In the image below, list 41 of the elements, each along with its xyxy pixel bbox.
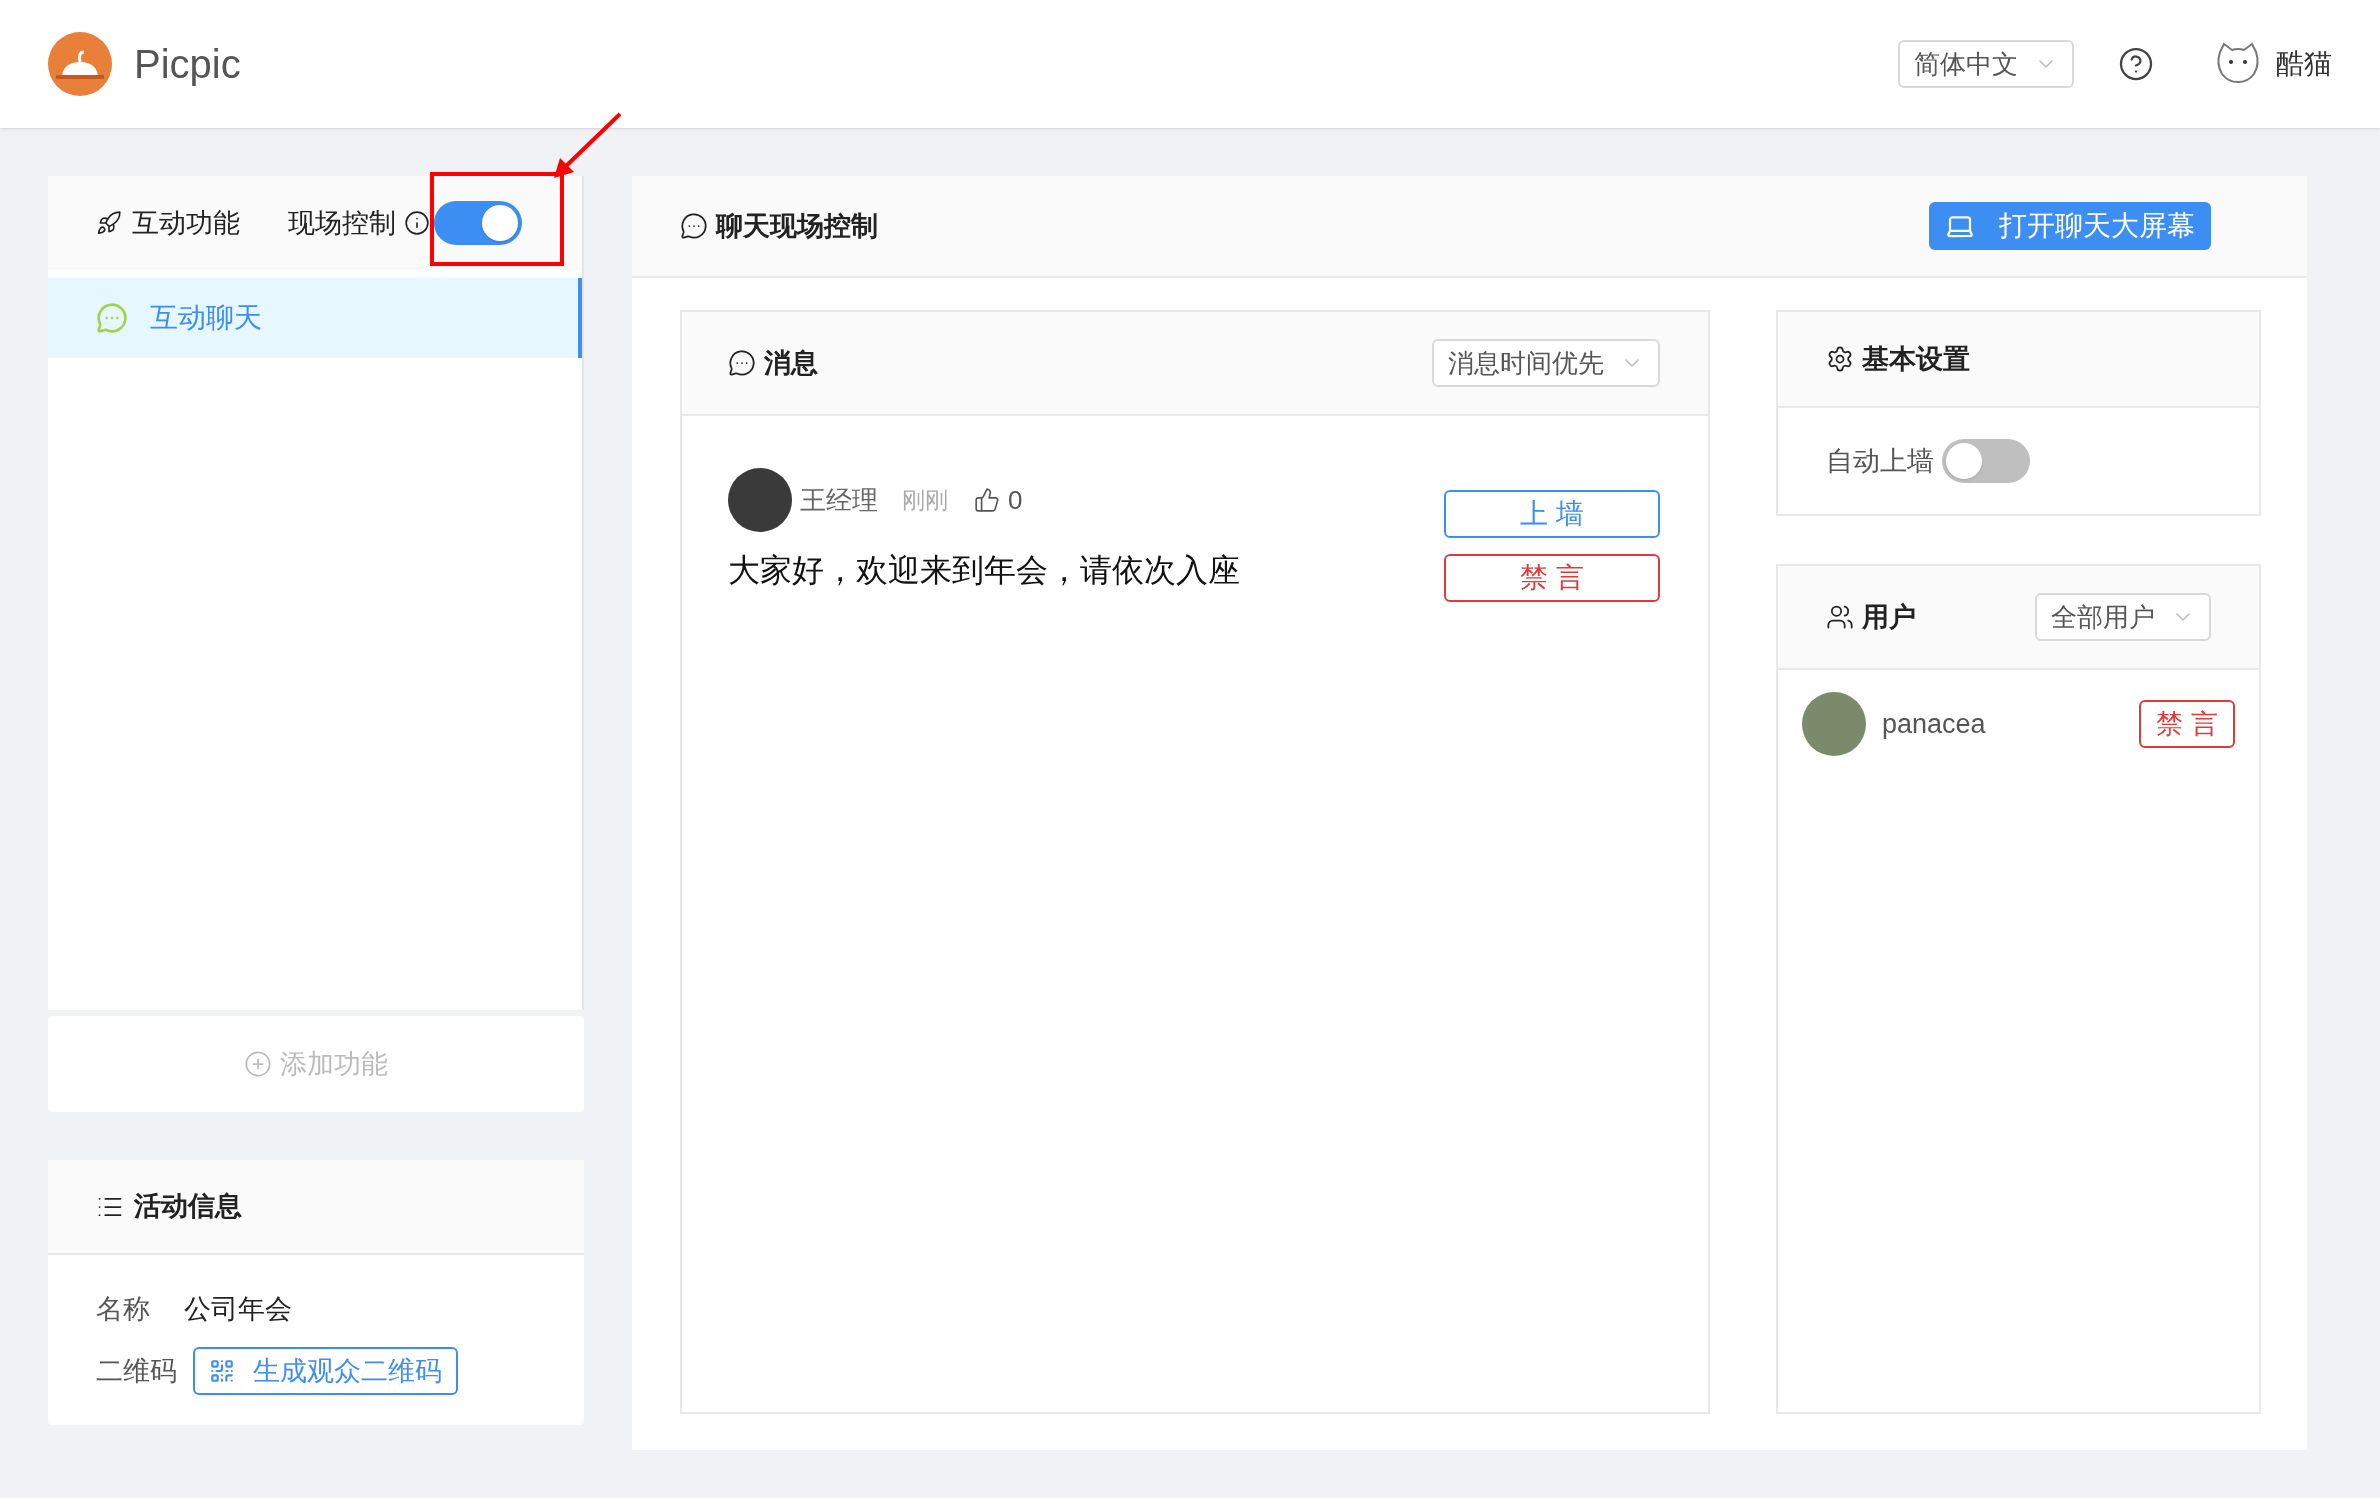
user-name: panacea — [1882, 707, 1986, 741]
settings-icon — [1826, 345, 1854, 373]
live-control-label: 现场控制 — [288, 206, 396, 240]
chat-bubble-icon — [728, 349, 756, 377]
message-text: 大家好，欢迎来到年会，请依次入座 — [728, 551, 1241, 590]
thumbs-up-icon[interactable] — [974, 487, 1000, 513]
author-name: 王经理 — [800, 483, 878, 517]
user-name: 酷猫 — [2276, 47, 2332, 81]
panel-title: 互动功能 — [132, 206, 240, 240]
field-label: 二维码 — [96, 1354, 177, 1388]
panel-title: 聊天现场控制 — [716, 209, 878, 243]
toggle-switch[interactable] — [434, 201, 522, 245]
field-value: 公司年会 — [184, 1292, 292, 1326]
plus-circle-icon — [244, 1050, 272, 1078]
chat-bubble-icon — [680, 212, 708, 240]
field-label: 名称 — [96, 1292, 151, 1326]
feature-item[interactable]: 互动聊天 — [48, 278, 582, 358]
wall-button[interactable]: 上 墙 — [1444, 490, 1660, 538]
help-icon[interactable] — [2118, 46, 2154, 82]
card-title: 活动信息 — [134, 1190, 242, 1224]
card-title: 消息 — [764, 346, 818, 380]
card-title: 基本设置 — [1862, 342, 1970, 376]
card-title: 用户 — [1862, 600, 1916, 634]
info-icon[interactable] — [404, 210, 430, 236]
qr-code-icon — [209, 1358, 235, 1384]
mute-button[interactable]: 禁 言 — [2139, 700, 2235, 748]
user-filter-select[interactable]: 全部用户 — [2035, 593, 2211, 641]
message-time: 刚刚 — [902, 485, 948, 515]
app-name: Picpic — [134, 41, 241, 88]
chat-bubble-icon — [96, 302, 128, 334]
logo-icon — [48, 32, 112, 96]
setting-label: 自动上墙 — [1826, 444, 1934, 478]
like-count: 0 — [1008, 483, 1023, 517]
generate-qr-button[interactable]: 生成观众二维码 — [193, 1347, 458, 1395]
toggle-switch[interactable] — [1942, 439, 2030, 483]
users-icon — [1826, 603, 1854, 631]
mute-button[interactable]: 禁 言 — [1444, 554, 1660, 602]
rocket-icon — [96, 210, 122, 236]
sort-select[interactable]: 消息时间优先 — [1432, 339, 1660, 387]
language-select[interactable]: 简体中文 — [1898, 40, 2074, 88]
open-big-screen-button[interactable]: 打开聊天大屏幕 — [1929, 202, 2211, 250]
